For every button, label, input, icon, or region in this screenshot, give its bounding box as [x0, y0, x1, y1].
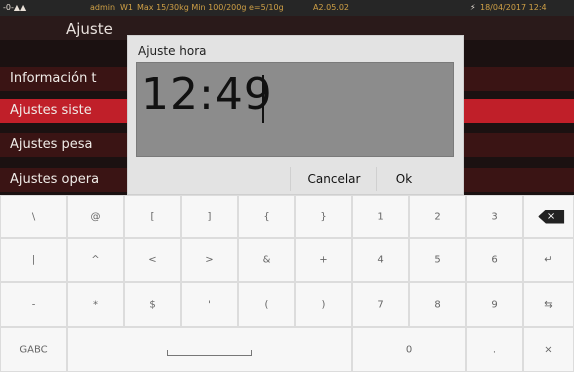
key-backslash[interactable]: \ [0, 195, 67, 238]
key-1[interactable]: 1 [352, 195, 409, 238]
key-less-than[interactable]: < [124, 238, 181, 282]
tab-icon[interactable]: ⇆ [523, 282, 574, 327]
key-dollar[interactable]: $ [124, 282, 181, 327]
key-at[interactable]: @ [67, 195, 124, 238]
key-6[interactable]: 6 [466, 238, 523, 282]
key-apostrophe[interactable]: ' [181, 282, 238, 327]
key-0[interactable]: 0 [352, 327, 466, 372]
status-scale: W1 [120, 3, 133, 12]
enter-icon[interactable]: ↵ [523, 238, 574, 282]
key-bracket-open[interactable]: [ [124, 195, 181, 238]
key-asterisk[interactable]: * [67, 282, 124, 327]
key-9[interactable]: 9 [466, 282, 523, 327]
key-mode-gabc[interactable]: GABC [0, 327, 67, 372]
on-screen-keyboard: \ @ [ ] { } 1 2 3 × | ^ < > & + 4 5 6 ↵ … [0, 195, 574, 372]
status-bar: -0-▲▲ admin W1 Max 15/30kg Min 100/200g … [0, 0, 574, 16]
status-capacity: Max 15/30kg Min 100/200g e=5/10g [137, 3, 284, 12]
key-8[interactable]: 8 [409, 282, 466, 327]
key-caret[interactable]: ^ [67, 238, 124, 282]
text-cursor [262, 75, 264, 123]
key-dot[interactable]: . [466, 327, 523, 372]
key-bracket-close[interactable]: ] [181, 195, 238, 238]
key-pipe[interactable]: | [0, 238, 67, 282]
status-datetime: 18/04/2017 12:4 [480, 3, 547, 12]
key-paren-open[interactable]: ( [238, 282, 295, 327]
time-dialog: Ajuste hora 12:49 Cancelar Ok [127, 35, 464, 195]
cancel-button[interactable]: Cancelar [290, 167, 377, 191]
backspace-icon[interactable]: × [523, 195, 574, 238]
key-brace-open[interactable]: { [238, 195, 295, 238]
key-7[interactable]: 7 [352, 282, 409, 327]
key-brace-close[interactable]: } [295, 195, 352, 238]
key-2[interactable]: 2 [409, 195, 466, 238]
close-icon[interactable]: × [523, 327, 574, 372]
status-icons: -0-▲▲ [3, 3, 27, 12]
ok-button[interactable]: Ok [376, 167, 431, 191]
key-plus[interactable]: + [295, 238, 352, 282]
key-ampersand[interactable]: & [238, 238, 295, 282]
settings-title: Ajuste [66, 20, 113, 38]
key-greater-than[interactable]: > [181, 238, 238, 282]
key-minus[interactable]: - [0, 282, 67, 327]
time-value: 12:49 [141, 69, 273, 120]
key-3[interactable]: 3 [466, 195, 523, 238]
key-4[interactable]: 4 [352, 238, 409, 282]
dialog-title: Ajuste hora [138, 44, 207, 58]
lightning-icon: ⚡ [470, 3, 476, 12]
time-input[interactable]: 12:49 [136, 62, 454, 157]
key-5[interactable]: 5 [409, 238, 466, 282]
status-user: admin [90, 3, 116, 12]
status-version: A2.05.02 [313, 3, 350, 12]
space-icon[interactable] [67, 327, 352, 372]
key-paren-close[interactable]: ) [295, 282, 352, 327]
